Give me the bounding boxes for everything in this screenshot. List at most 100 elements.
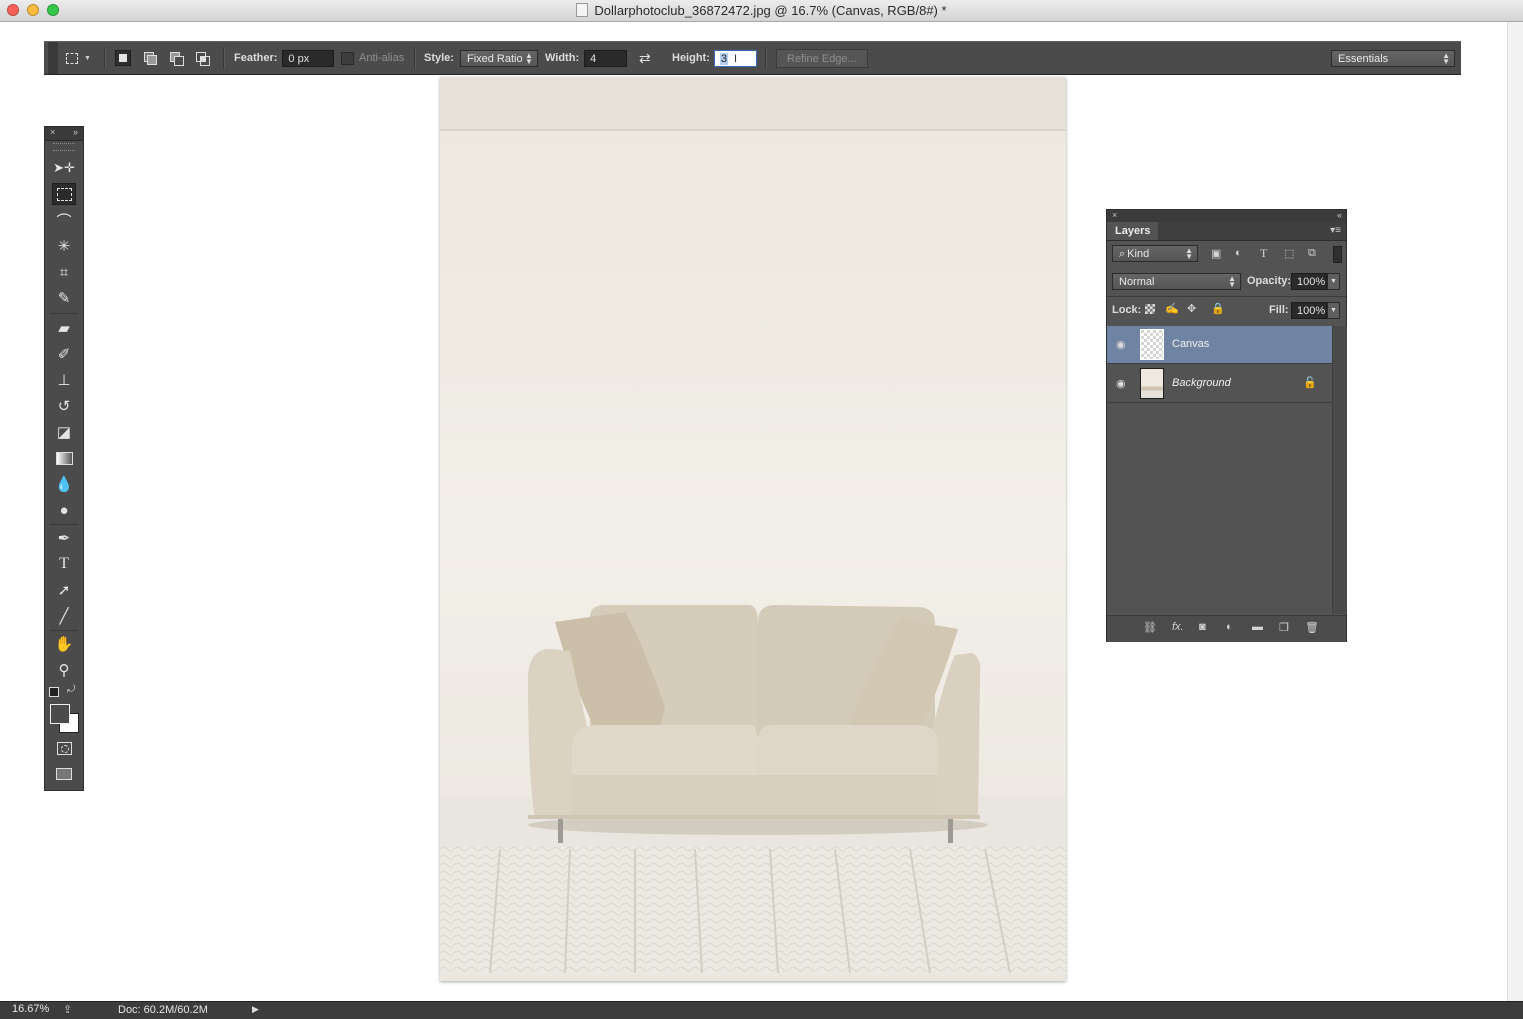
collapse-icon[interactable]: « [1337, 210, 1342, 220]
path-selection-tool[interactable]: ➚ [52, 579, 76, 601]
close-icon[interactable]: × [1112, 210, 1117, 220]
lock-transparency-icon[interactable] [1145, 304, 1155, 314]
document-icon [576, 3, 589, 17]
lock-brush-icon[interactable]: ✍ [1165, 302, 1179, 315]
visibility-eye-icon[interactable]: ◉ [1116, 377, 1126, 390]
zoom-level[interactable]: 16.67% [12, 1003, 49, 1015]
adjustment-layer-icon[interactable]: ◐ [1226, 621, 1233, 633]
expand-icon[interactable]: » [73, 127, 78, 137]
pen-icon: ✒ [57, 530, 71, 547]
hand-icon: ✋ [54, 636, 74, 653]
tools-grip[interactable] [53, 143, 75, 151]
marquee-preset-picker[interactable]: ▼ [66, 42, 91, 74]
eraser-tool[interactable]: ◪ [52, 421, 76, 443]
gradient-tool[interactable] [52, 447, 76, 469]
dodge-icon: ● [59, 501, 69, 519]
zoom-tool[interactable]: ⚲ [52, 659, 76, 681]
layer-name[interactable]: Canvas [1172, 338, 1209, 350]
default-colors-icon[interactable] [49, 687, 59, 697]
antialias-checkbox[interactable] [341, 51, 354, 65]
history-brush-tool[interactable]: ↺ [52, 395, 76, 417]
type-filter-icon[interactable]: T [1260, 246, 1267, 261]
opacity-input[interactable]: 100% [1291, 273, 1327, 290]
trash-icon[interactable]: 🗑 [1305, 621, 1319, 634]
visibility-eye-icon[interactable]: ◉ [1116, 338, 1126, 351]
layers-list: ◉ Canvas ◉ Background 🔓 [1107, 326, 1347, 614]
width-group: Width: 4 [545, 42, 628, 74]
layers-panel-header[interactable]: × « [1107, 210, 1346, 222]
fill-slider-button[interactable]: ▼ [1327, 302, 1340, 319]
type-tool[interactable]: T [52, 553, 76, 575]
add-mask-icon[interactable]: ◙ [1199, 621, 1206, 633]
quick-mask-button[interactable] [52, 737, 76, 759]
options-bar-grip[interactable] [48, 42, 58, 74]
hand-tool[interactable]: ✋ [52, 633, 76, 655]
link-layers-icon[interactable]: ⛓ [1143, 621, 1157, 634]
layers-scrollbar[interactable] [1332, 326, 1347, 614]
feather-input[interactable]: 0 px [282, 49, 335, 67]
swap-dimensions-button[interactable]: ⇄ [639, 42, 651, 74]
screen-mode-button[interactable] [52, 763, 76, 785]
layer-row-canvas[interactable]: ◉ Canvas [1107, 326, 1332, 364]
eyedropper-tool[interactable]: ✎ [52, 287, 76, 309]
status-menu-arrow-icon[interactable]: ▶ [252, 1004, 259, 1015]
add-to-selection-button[interactable] [142, 42, 158, 74]
subtract-from-selection-button[interactable] [168, 42, 184, 74]
adjustment-filter-icon[interactable]: ◐ [1235, 247, 1242, 259]
swap-colors-icon[interactable]: ⤾ [67, 684, 75, 695]
move-tool[interactable]: ➤✛ [52, 157, 76, 179]
pen-tool[interactable]: ✒ [52, 527, 76, 549]
blend-mode-dropdown[interactable]: Normal ▲ ▼ [1112, 273, 1241, 290]
spot-healing-tool[interactable]: ▰ [52, 317, 76, 339]
feather-group: Feather: 0 px [234, 42, 335, 74]
lasso-tool[interactable]: ⌒ [52, 209, 76, 231]
lock-all-icon[interactable]: 🔒 [1211, 302, 1225, 315]
fx-icon[interactable]: fx. [1172, 621, 1184, 633]
blend-mode-value: Normal [1119, 276, 1155, 288]
smart-object-filter-icon[interactable]: ⧉ [1308, 247, 1316, 260]
layer-lock-icon[interactable]: 🔓 [1303, 376, 1317, 389]
quick-selection-tool[interactable]: ✳ [52, 235, 76, 257]
antialias-group[interactable]: Anti-alias [341, 42, 404, 74]
document-canvas[interactable] [440, 77, 1066, 981]
intersect-selection-button[interactable] [194, 42, 210, 74]
feather-label: Feather: [234, 52, 278, 64]
foreground-color-swatch[interactable] [50, 704, 70, 724]
style-dropdown[interactable]: Fixed Ratio ▲ ▼ [459, 49, 538, 67]
close-icon[interactable]: × [50, 127, 55, 137]
lock-position-icon[interactable]: ✥ [1187, 302, 1196, 315]
opacity-slider-button[interactable]: ▼ [1327, 273, 1340, 290]
window-title-container: Dollarphotoclub_36872472.jpg @ 16.7% (Ca… [0, 3, 1523, 18]
new-group-folder-icon[interactable]: ▬ [1252, 621, 1263, 633]
updown-arrows-icon: ▲ ▼ [525, 50, 533, 66]
blur-tool[interactable]: 💧 [52, 473, 76, 495]
workspace-dropdown[interactable]: Essentials ▲ ▼ [1331, 49, 1455, 67]
refine-edge-button[interactable]: Refine Edge... [776, 48, 868, 68]
line-tool[interactable]: ╱ [52, 605, 76, 627]
layer-name[interactable]: Background [1172, 377, 1231, 389]
width-input[interactable]: 4 [584, 49, 628, 67]
stamp-icon: ⊥ [57, 372, 71, 389]
height-input[interactable]: 3I [713, 49, 757, 67]
layer-row-background[interactable]: ◉ Background 🔓 [1107, 365, 1332, 403]
panel-menu-icon[interactable]: ▾≡ [1330, 225, 1341, 236]
filter-kind-dropdown[interactable]: ⌕ Kind ▲ ▼ [1112, 245, 1198, 262]
tab-layers[interactable]: Layers [1107, 222, 1159, 240]
new-layer-icon[interactable]: ❐ [1279, 621, 1289, 634]
dodge-tool[interactable]: ● [52, 499, 76, 521]
vertical-scrollbar[interactable] [1507, 22, 1523, 1001]
rectangular-marquee-tool[interactable] [52, 183, 76, 205]
updown-arrows-icon: ▲ ▼ [1442, 50, 1450, 66]
image-filter-icon[interactable]: ▣ [1211, 247, 1221, 260]
new-selection-button[interactable] [115, 42, 131, 74]
export-icon[interactable]: ⇪ [63, 1003, 72, 1016]
shape-filter-icon[interactable]: ⬚ [1284, 247, 1294, 260]
width-label: Width: [545, 52, 580, 64]
fill-input[interactable]: 100% [1291, 302, 1327, 319]
filter-toggle-switch[interactable] [1333, 246, 1342, 263]
tools-panel-header[interactable]: × » [45, 127, 83, 141]
brush-tool[interactable]: ✐ [52, 343, 76, 365]
crop-tool[interactable]: ⌗ [52, 261, 76, 283]
clone-stamp-tool[interactable]: ⊥ [52, 369, 76, 391]
doc-info: Doc: 60.2M/60.2M [118, 1004, 208, 1016]
